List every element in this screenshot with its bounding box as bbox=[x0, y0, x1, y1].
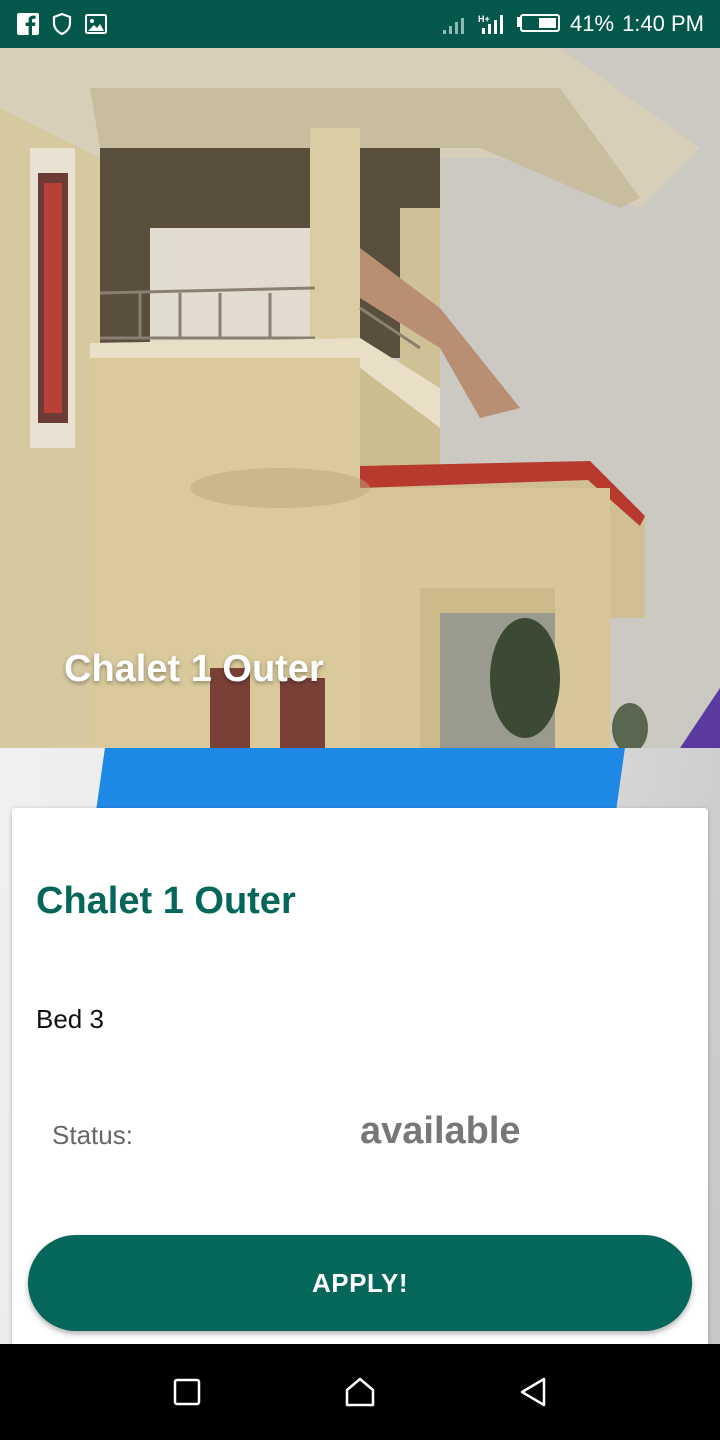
card-title: Chalet 1 Outer bbox=[36, 880, 296, 922]
battery-icon bbox=[516, 12, 562, 36]
recents-icon[interactable] bbox=[167, 1372, 207, 1412]
facebook-icon bbox=[16, 12, 40, 36]
hero-image: Chalet 1 Outer bbox=[0, 48, 720, 748]
signal-icon bbox=[442, 12, 470, 36]
image-icon bbox=[84, 12, 108, 36]
data-signal-icon: H+ bbox=[478, 12, 508, 36]
status-bar-left bbox=[16, 12, 108, 36]
room-card: Chalet 1 Outer Bed 3 Status: available A… bbox=[12, 808, 708, 1344]
status-label: Status: bbox=[52, 1120, 133, 1150]
battery-percent: 41% bbox=[570, 11, 615, 36]
svg-text:H+: H+ bbox=[478, 14, 490, 24]
navigation-bar bbox=[0, 1344, 720, 1440]
building-illustration bbox=[0, 48, 720, 748]
status-bar-right: H+ 41% 1:40 PM bbox=[442, 11, 704, 37]
back-icon[interactable] bbox=[513, 1372, 553, 1412]
status-bar: H+ 41% 1:40 PM bbox=[0, 0, 720, 48]
home-icon[interactable] bbox=[340, 1372, 380, 1412]
hero-title: Chalet 1 Outer bbox=[64, 648, 324, 690]
shield-icon bbox=[50, 12, 74, 36]
bed-label: Bed 3 bbox=[36, 1004, 104, 1034]
apply-button[interactable]: APPLY! bbox=[28, 1235, 692, 1331]
status-value: available bbox=[360, 1110, 521, 1152]
clock: 1:40 PM bbox=[622, 11, 704, 36]
